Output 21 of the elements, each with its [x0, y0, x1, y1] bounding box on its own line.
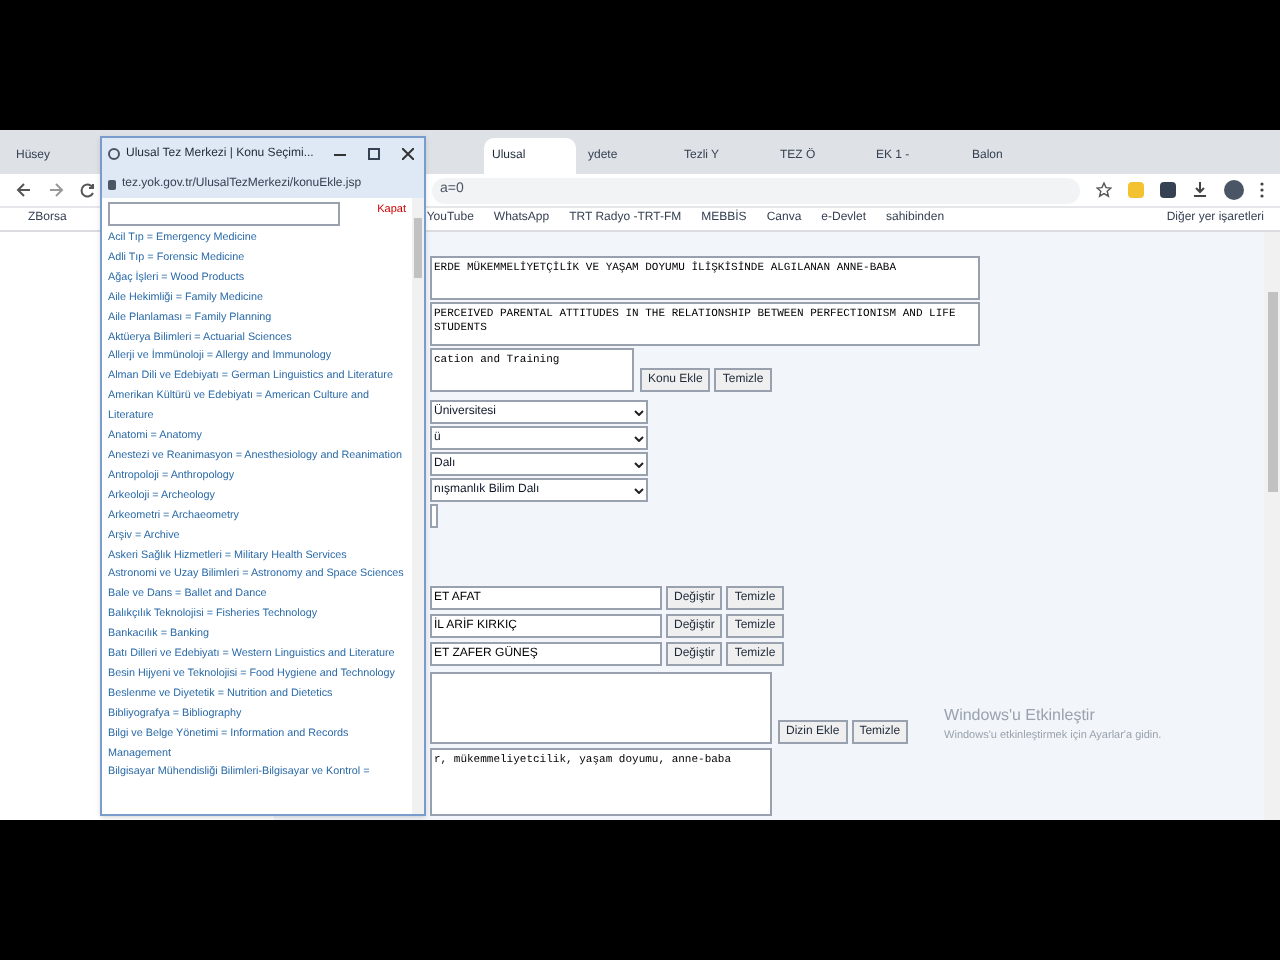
avatar-icon[interactable] [1224, 180, 1244, 200]
close-icon[interactable] [402, 148, 414, 160]
maximize-icon[interactable] [368, 148, 380, 160]
lock-icon [108, 179, 116, 189]
chevron-icon [634, 461, 644, 467]
scrollbar[interactable] [1264, 232, 1280, 820]
scrollbar[interactable] [412, 198, 424, 814]
reload-icon[interactable] [80, 182, 96, 198]
star-icon[interactable] [1096, 182, 1112, 198]
back-icon[interactable] [16, 182, 32, 198]
index-field[interactable] [430, 672, 772, 744]
chevron-icon [634, 487, 644, 493]
download-icon[interactable] [1192, 182, 1208, 198]
forward-icon[interactable] [48, 182, 64, 198]
chevron-icon [634, 409, 644, 415]
minimize-icon[interactable] [334, 153, 346, 155]
globe-icon [108, 148, 120, 160]
chevron-icon [634, 435, 644, 441]
input-field[interactable] [430, 504, 438, 528]
search-field[interactable] [108, 202, 340, 226]
activation-title: Windows'u Etkinleştir [944, 703, 1097, 728]
